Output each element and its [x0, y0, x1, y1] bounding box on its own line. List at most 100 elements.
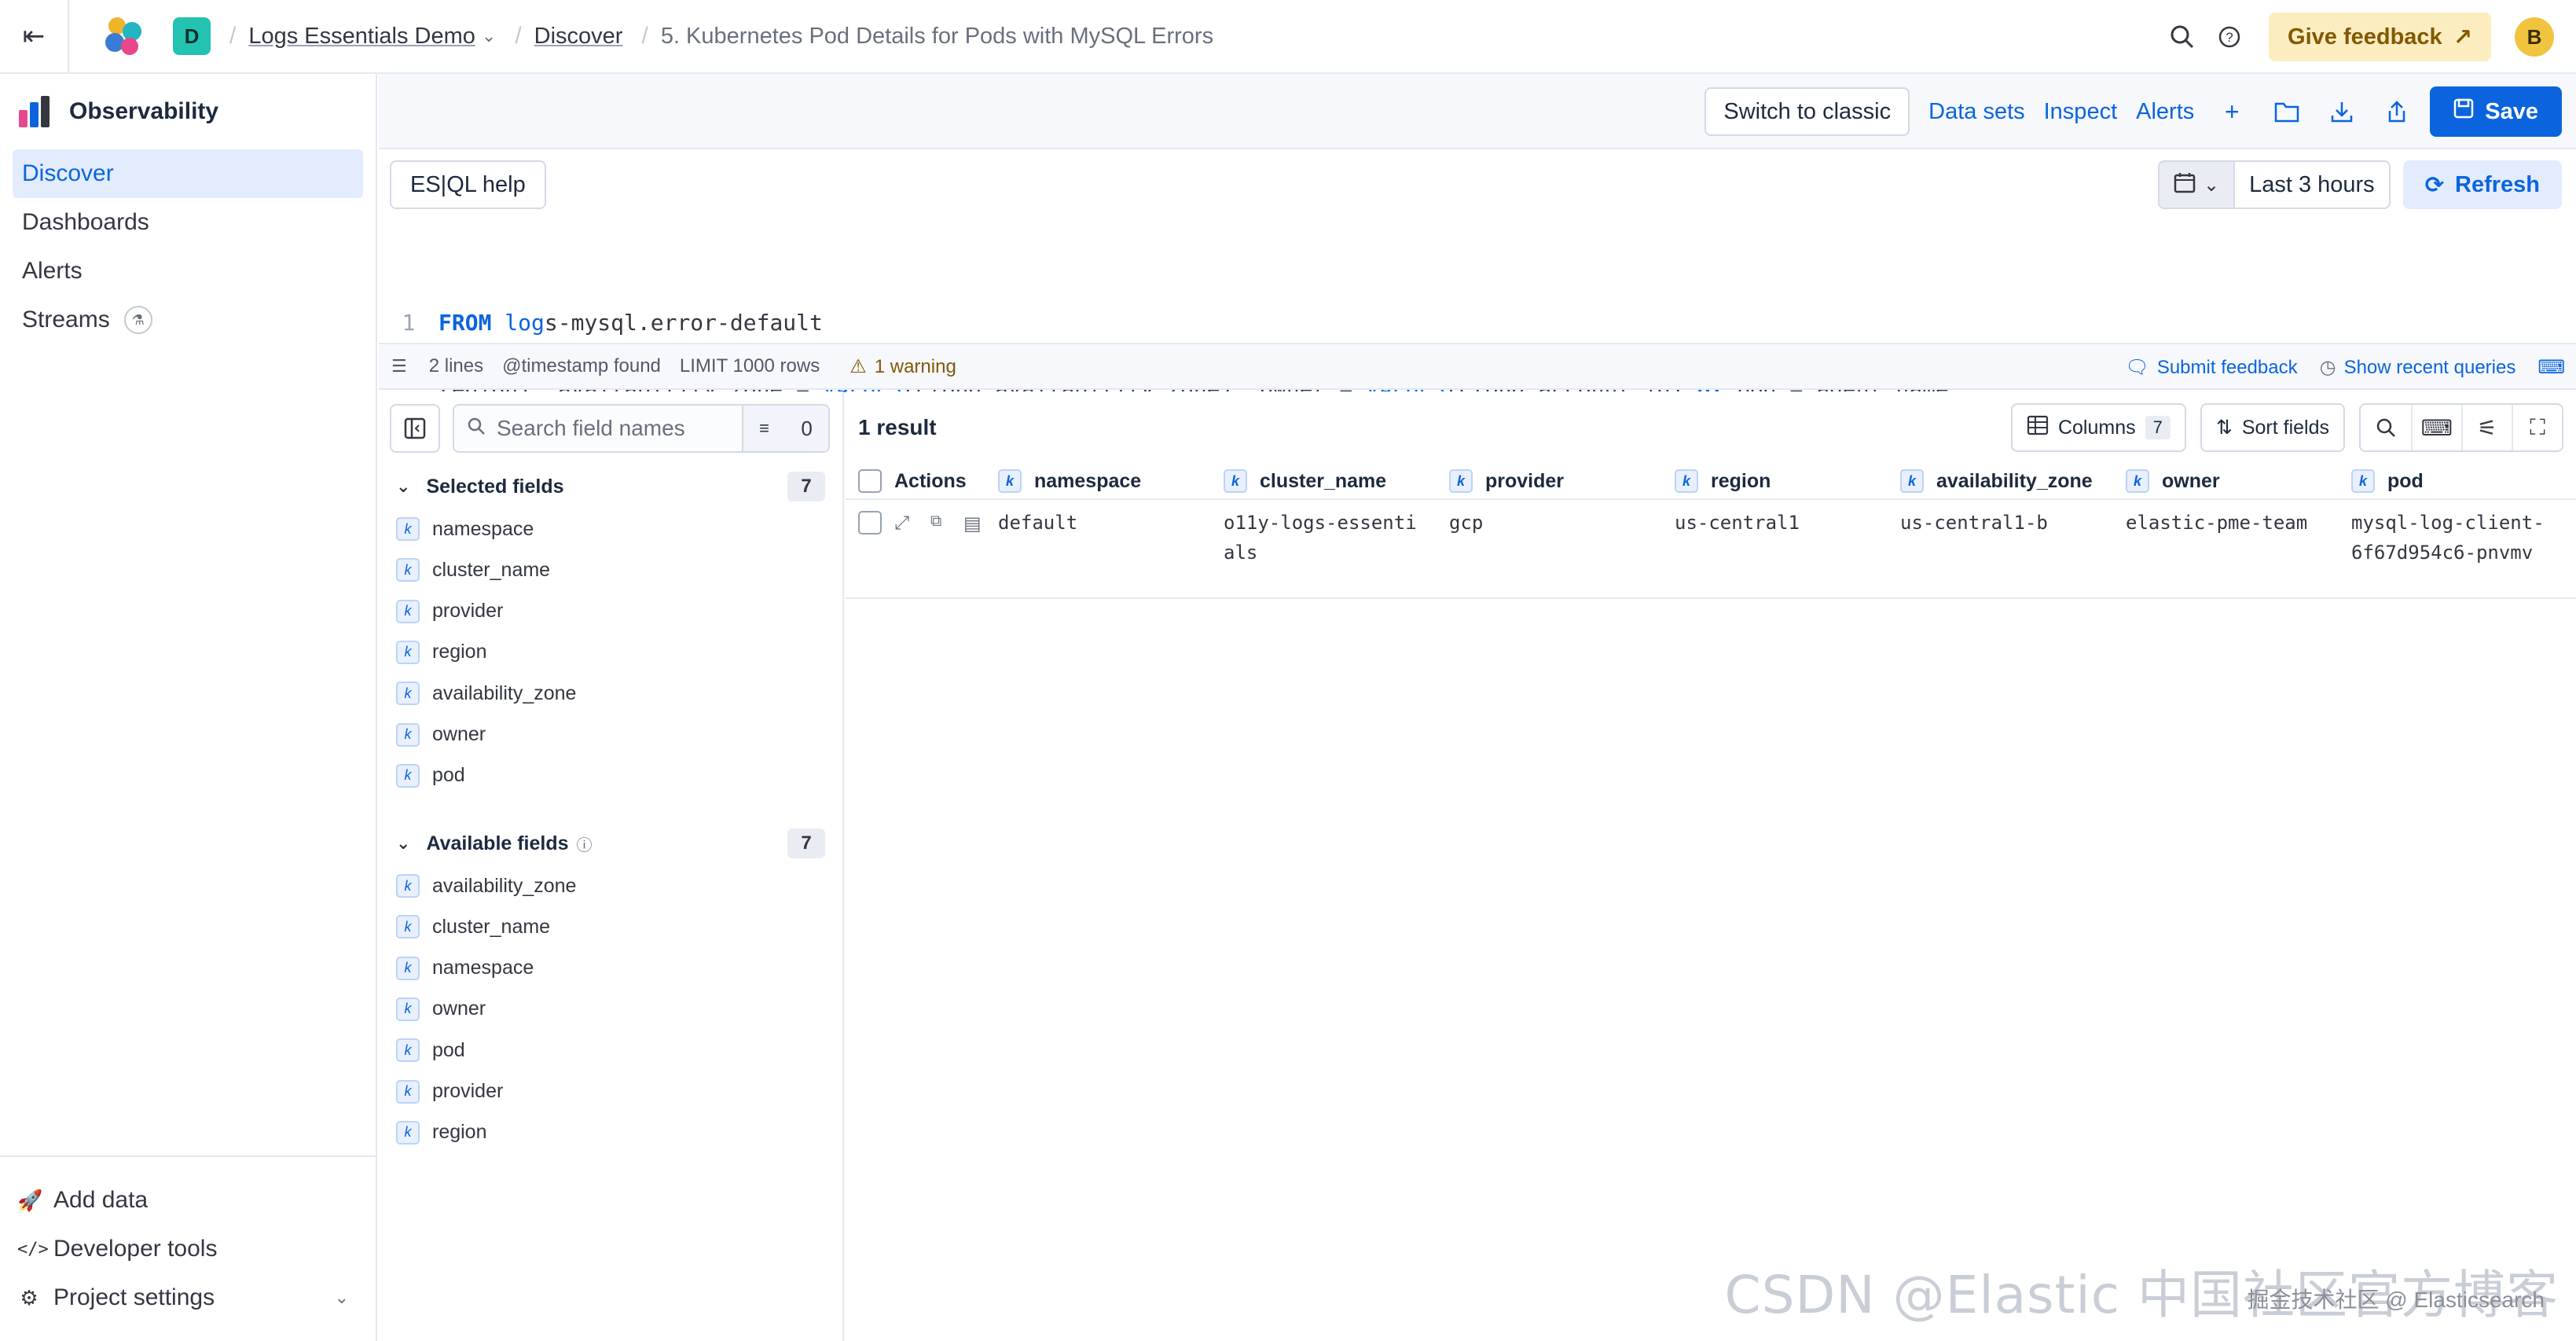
expand-icon[interactable]: ⤢	[894, 513, 909, 535]
save-label: Save	[2485, 98, 2538, 124]
cell-pod[interactable]: mysql-log-client-6f67d954c6-pnvmv	[2351, 508, 2548, 568]
download-icon[interactable]	[2325, 94, 2359, 129]
select-all-checkbox[interactable]	[858, 462, 882, 500]
available-field-item[interactable]: k owner	[396, 994, 486, 1025]
nav-add-data[interactable]: 🚀 Add data	[0, 1176, 376, 1225]
column-header-label: availability_zone	[1936, 469, 2093, 492]
nav-item-discover[interactable]: Discover	[13, 149, 363, 198]
info-icon[interactable]: ⓘ	[577, 832, 593, 855]
cell-region[interactable]: us-central1	[1675, 508, 1871, 538]
column-header-region[interactable]: k region	[1675, 462, 1771, 500]
nav-item-alerts[interactable]: Alerts	[13, 247, 363, 296]
nav-project-settings[interactable]: ⚙ Project settings ⌄	[0, 1273, 376, 1322]
column-header-provider[interactable]: k provider	[1449, 462, 1564, 500]
elastic-logo[interactable]	[105, 17, 143, 55]
cell-availability-zone[interactable]: us-central1-b	[1900, 508, 2097, 538]
warning-indicator[interactable]: ⚠ 1 warning	[838, 355, 956, 378]
breadcrumb-project[interactable]: Logs Essentials Demo	[248, 24, 475, 50]
keyword-type-icon: k	[1675, 469, 1698, 493]
selected-field-item[interactable]: k namespace	[396, 513, 534, 545]
selected-field-item[interactable]: k region	[396, 637, 487, 668]
available-field-item[interactable]: k pod	[396, 1034, 465, 1066]
clock-icon: ◷	[2319, 356, 2336, 378]
share-icon[interactable]	[2380, 94, 2414, 129]
space-avatar[interactable]: D	[173, 17, 211, 55]
field-search-input[interactable]: Search field names ≡ 0	[453, 404, 830, 453]
nav-developer-tools[interactable]: </> Developer tools	[0, 1225, 376, 1273]
warning-label: 1 warning	[874, 355, 956, 377]
chevron-down-icon[interactable]: ⌄	[482, 26, 496, 46]
available-field-item[interactable]: k namespace	[396, 953, 534, 984]
selected-fields-label: Selected fields	[426, 475, 564, 498]
switch-to-classic-button[interactable]: Switch to classic	[1704, 87, 1910, 136]
keyword-type-icon: k	[396, 517, 420, 541]
cell-cluster-name[interactable]: o11y-logs-essentials	[1224, 508, 1420, 568]
column-header-namespace[interactable]: k namespace	[998, 462, 1141, 500]
available-field-item[interactable]: k region	[396, 1117, 487, 1148]
selected-field-item[interactable]: k cluster_name	[396, 554, 550, 586]
table-row[interactable]: ⤢ ⧉ ▤ default o11y-logs-essentials gcp us-c…	[846, 501, 2576, 599]
selected-fields-toggle[interactable]: ⌄ Selected fields	[396, 471, 564, 502]
selected-field-item[interactable]: k provider	[396, 596, 503, 627]
search-icon[interactable]	[2361, 405, 2411, 450]
row-checkbox[interactable]	[858, 511, 882, 535]
new-search-plus-icon[interactable]: +	[2215, 94, 2249, 129]
gear-icon: ⚙	[20, 1285, 39, 1310]
nav-item-dashboards[interactable]: Dashboards	[13, 198, 363, 247]
search-icon[interactable]	[2159, 13, 2206, 61]
selected-fields-count: 7	[787, 472, 825, 501]
time-range-display[interactable]: Last 3 hours	[2235, 160, 2391, 209]
breadcrumb-discover[interactable]: Discover	[534, 24, 623, 50]
give-feedback-button[interactable]: Give feedback ↗	[2269, 13, 2491, 61]
column-header-cluster-name[interactable]: k cluster_name	[1224, 462, 1386, 500]
user-avatar[interactable]: B	[2515, 17, 2554, 57]
column-header-label: region	[1711, 469, 1771, 492]
esql-help-button[interactable]: ES|QL help	[390, 160, 546, 209]
available-field-item[interactable]: k provider	[396, 1076, 503, 1108]
submit-feedback-link[interactable]: 🗨 Submit feedback	[2125, 356, 2297, 379]
keyboard-icon[interactable]: ⌨	[2411, 405, 2461, 450]
nav-footer-label: Developer tools	[53, 1236, 218, 1262]
keyword-type-icon: k	[396, 997, 420, 1021]
cell-provider[interactable]: gcp	[1449, 508, 1646, 538]
row-actions-icon[interactable]: ⧉	[930, 513, 941, 531]
available-field-item[interactable]: k availability_zone	[396, 870, 576, 902]
keyword-type-icon: k	[396, 1079, 420, 1104]
inspect-link[interactable]: Inspect	[2044, 99, 2118, 125]
columns-button[interactable]: Columns 7	[2010, 403, 2186, 452]
esql-editor[interactable]: 1FROM logs-mysql.error-default 2| STATS …	[379, 225, 2576, 420]
document-icon[interactable]: ▤	[963, 513, 982, 535]
keyword-type-icon: k	[396, 874, 420, 898]
wrap-lines-icon[interactable]: ☰	[391, 356, 407, 377]
show-recent-queries-link[interactable]: ◷ Show recent queries	[2320, 356, 2516, 379]
display-settings-icon[interactable]: ⚟	[2461, 405, 2512, 450]
breadcrumb-current: 5. Kubernetes Pod Details for Pods with …	[660, 23, 1214, 49]
keyboard-shortcuts-icon[interactable]: ⌨	[2537, 356, 2565, 379]
cell-namespace[interactable]: default	[998, 508, 1194, 538]
collapse-nav-icon[interactable]: ⇤	[0, 0, 69, 73]
selected-field-item[interactable]: k availability_zone	[396, 678, 576, 709]
alerts-link[interactable]: Alerts	[2136, 99, 2194, 125]
data-sets-link[interactable]: Data sets	[1928, 99, 2025, 125]
fullscreen-icon[interactable]: ⛶	[2512, 405, 2562, 450]
keyword-type-icon: k	[396, 1120, 420, 1144]
available-field-item[interactable]: k cluster_name	[396, 911, 550, 942]
help-icon[interactable]: ?	[2206, 13, 2253, 61]
save-button[interactable]: Save	[2430, 86, 2562, 137]
field-type-filter-button[interactable]: ≡ 0	[742, 406, 828, 451]
selected-field-item[interactable]: k owner	[396, 719, 486, 751]
collapse-sidebar-icon[interactable]	[390, 404, 440, 453]
grid-toolbar: 1 result Columns 7 ⇅ Sort fields ⌨ ⚟ ⛶	[846, 391, 2576, 465]
chevron-down-icon[interactable]: ⌄	[335, 1288, 349, 1308]
date-quick-menu-button[interactable]: ⌄	[2157, 160, 2236, 209]
column-header-owner[interactable]: k owner	[2126, 462, 2220, 500]
column-header-pod[interactable]: k pod	[2351, 462, 2424, 500]
available-fields-toggle[interactable]: ⌄ Available fields ⓘ	[396, 828, 593, 859]
cell-owner[interactable]: elastic-pme-team	[2126, 508, 2322, 538]
refresh-button[interactable]: ⟳ Refresh	[2402, 160, 2562, 209]
nav-item-streams[interactable]: Streams ⚗	[13, 296, 363, 344]
sort-fields-button[interactable]: ⇅ Sort fields	[2200, 403, 2345, 452]
open-folder-icon[interactable]	[2270, 94, 2304, 129]
column-header-availability-zone[interactable]: k availability_zone	[1900, 462, 2093, 500]
selected-field-item[interactable]: k pod	[396, 760, 465, 792]
